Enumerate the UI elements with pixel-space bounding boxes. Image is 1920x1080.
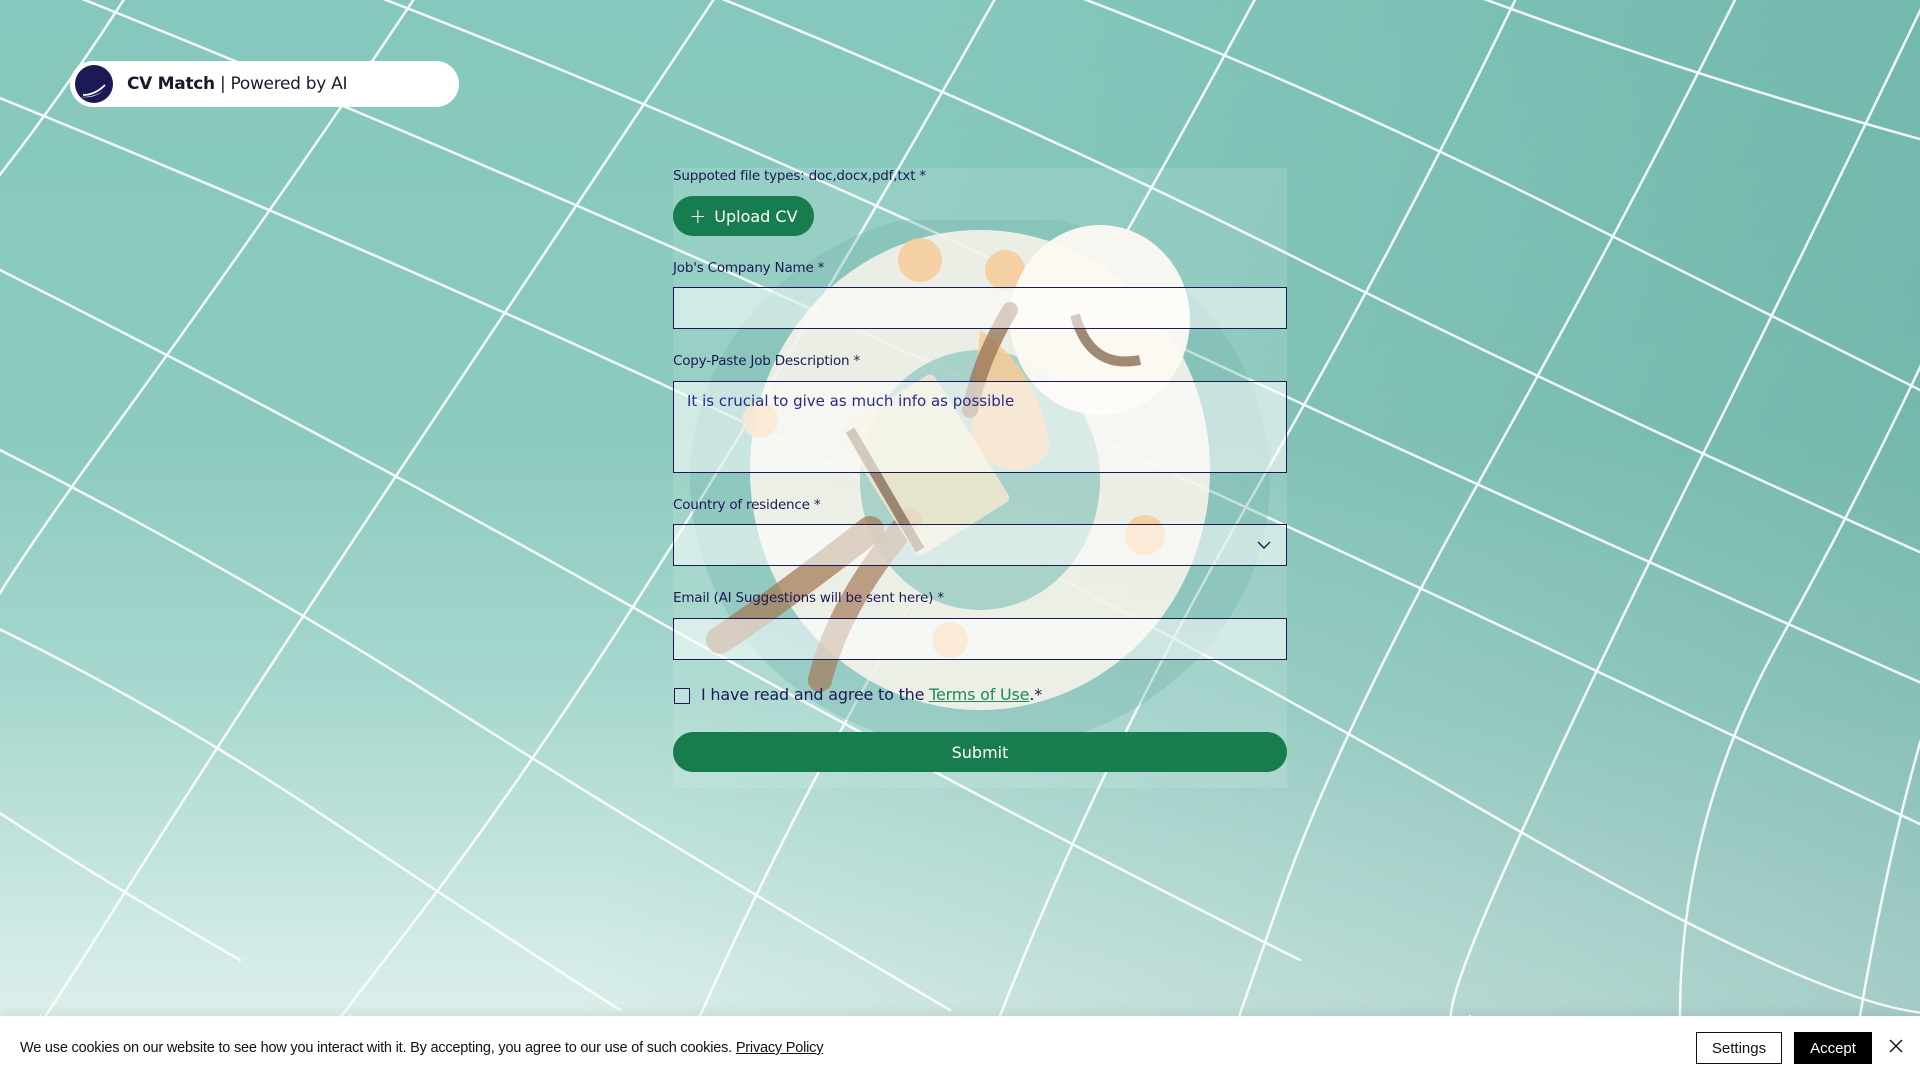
crescent-moon-logo-icon	[75, 65, 113, 103]
cookie-message-text: We use cookies on our website to see how…	[20, 1040, 736, 1056]
upload-cv-button-label: Upload CV	[714, 206, 798, 226]
cookie-settings-button[interactable]: Settings	[1696, 1032, 1782, 1064]
company-name-label: Job's Company Name *	[673, 260, 825, 276]
terms-suffix: .*	[1029, 685, 1042, 704]
terms-agreement-text: I have read and agree to the Terms of Us…	[701, 685, 1042, 704]
cookie-banner: We use cookies on our website to see how…	[0, 1016, 1920, 1080]
brand-name: CV Match	[127, 74, 215, 94]
brand-tagline: | Powered by AI	[214, 74, 348, 94]
brand-header[interactable]: CV Match | Powered by AI	[70, 61, 459, 107]
upload-file-types-label: Suppoted file types: doc,docx,pdf,txt *	[673, 168, 926, 184]
chevron-down-icon	[1257, 541, 1271, 549]
email-input[interactable]	[673, 618, 1287, 660]
cookie-accept-button[interactable]: Accept	[1794, 1032, 1872, 1064]
terms-of-use-link[interactable]: Terms of Use	[929, 685, 1029, 704]
email-label: Email (AI Suggestions will be sent here)…	[673, 590, 944, 606]
plus-icon: +	[689, 204, 707, 228]
cookie-message: We use cookies on our website to see how…	[20, 1040, 823, 1056]
upload-cv-button[interactable]: + Upload CV	[673, 196, 814, 236]
job-description-placeholder: It is crucial to give as much info as po…	[687, 392, 1015, 410]
country-label: Country of residence *	[673, 497, 821, 513]
close-icon[interactable]	[1888, 1038, 1904, 1054]
terms-checkbox[interactable]	[674, 688, 690, 704]
job-description-textarea[interactable]: It is crucial to give as much info as po…	[673, 381, 1287, 473]
privacy-policy-link[interactable]: Privacy Policy	[736, 1040, 824, 1056]
job-description-label: Copy-Paste Job Description *	[673, 353, 861, 369]
terms-prefix: I have read and agree to the	[701, 685, 930, 704]
country-select[interactable]	[673, 524, 1287, 566]
brand-title: CV Match | Powered by AI	[127, 74, 347, 94]
company-name-input[interactable]	[673, 287, 1287, 329]
submit-button[interactable]: Submit	[673, 732, 1287, 772]
